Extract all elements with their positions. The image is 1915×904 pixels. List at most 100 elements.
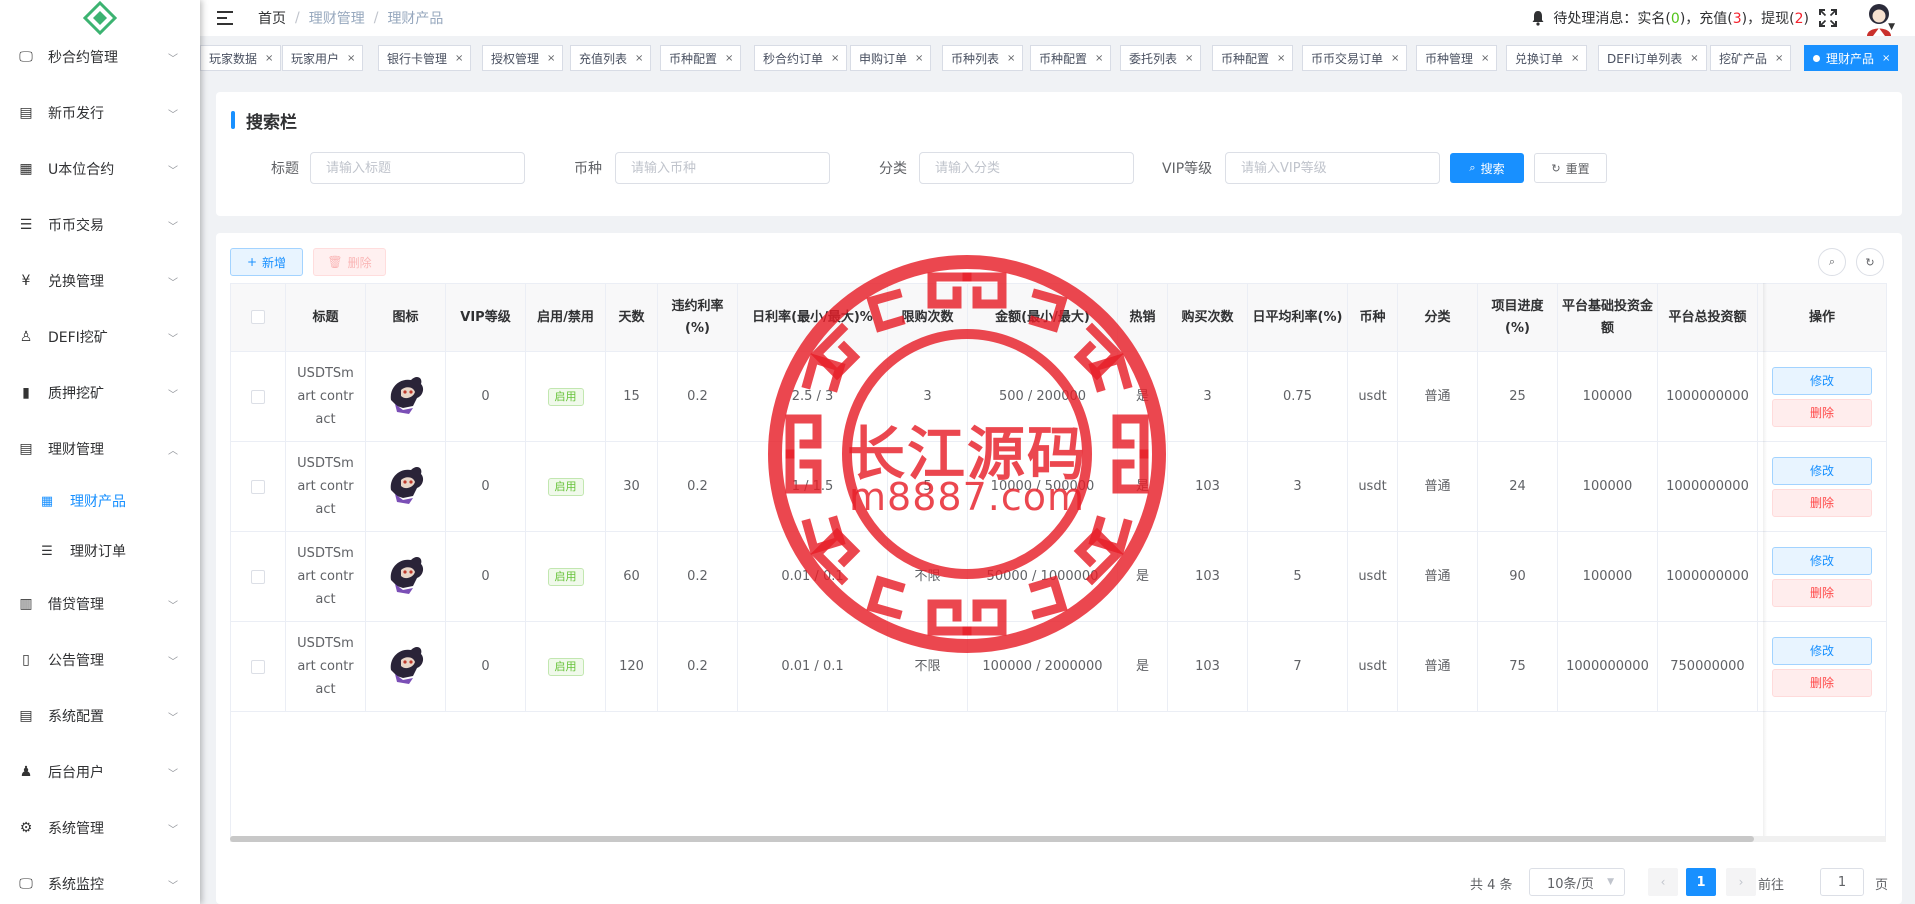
tab-12[interactable]: 币币交易订单 × [1302, 45, 1408, 71]
close-icon[interactable]: × [1690, 53, 1698, 64]
sidebar-item-5[interactable]: ♙ DEFI挖矿 ﹀ [0, 309, 200, 365]
close-icon[interactable]: × [547, 53, 555, 64]
close-icon[interactable]: × [635, 53, 643, 64]
close-icon[interactable]: × [831, 53, 839, 64]
close-icon[interactable]: × [1481, 53, 1489, 64]
caret-down-icon[interactable]: ▼ [1888, 22, 1895, 32]
status-badge[interactable]: 启用 [547, 658, 584, 676]
close-icon[interactable]: × [1277, 53, 1285, 64]
pending-notice[interactable]: 待处理消息：实名(0)，充值(3)，提现(2) [1553, 8, 1809, 28]
tab-17[interactable]: 理财产品 × [1804, 45, 1899, 71]
sidebar-item-8[interactable]: ▥ 借贷管理 ﹀ [0, 576, 200, 632]
tab-9[interactable]: 币种配置 × [1030, 45, 1112, 71]
tab-1[interactable]: 玩家用户 × [282, 45, 364, 71]
hamburger-icon[interactable] [217, 11, 233, 25]
sidebar-item-3[interactable]: ☰ 币币交易 ﹀ [0, 197, 200, 253]
sidebar-item-12[interactable]: ⚙ 系统管理 ﹀ [0, 800, 200, 856]
tab-2[interactable]: 银行卡管理 × [378, 45, 472, 71]
col-header: 金额(最小/最大) [967, 283, 1118, 352]
row-checkbox[interactable] [251, 479, 265, 494]
close-icon[interactable]: × [1571, 53, 1579, 64]
goto-page-input[interactable] [1820, 868, 1864, 896]
title-input[interactable] [310, 152, 525, 184]
tab-4[interactable]: 充值列表 × [570, 45, 652, 71]
status-badge[interactable]: 启用 [547, 478, 584, 496]
cell-total-invest: 1000000000 [1657, 441, 1758, 532]
toggle-search-button[interactable]: ⌕ [1818, 248, 1846, 276]
bulk-delete-button[interactable]: 🗑 删除 [313, 248, 386, 276]
prev-page-button[interactable]: ‹ [1648, 868, 1678, 896]
users-icon: ♟ [19, 764, 33, 780]
search-button[interactable]: ⌕ 搜索 [1450, 153, 1524, 183]
edit-button[interactable]: 修改 [1772, 366, 1872, 395]
category-input[interactable] [919, 152, 1134, 184]
close-icon[interactable]: × [1185, 53, 1193, 64]
vip-input[interactable] [1225, 152, 1440, 184]
delete-button[interactable]: 删除 [1772, 488, 1872, 517]
delete-button[interactable]: 删除 [1772, 668, 1872, 697]
fullscreen-icon[interactable] [1819, 9, 1837, 27]
sidebar-item-6[interactable]: ▮ 质押挖矿 ﹀ [0, 365, 200, 421]
close-icon[interactable]: × [915, 53, 923, 64]
sidebar-item-7[interactable]: ▤ 理财管理 ︿ [0, 421, 200, 477]
status-badge[interactable]: 启用 [547, 568, 584, 586]
breadcrumb-home[interactable]: 首页 [258, 8, 286, 28]
row-checkbox[interactable] [251, 569, 265, 584]
sidebar-subitem-0[interactable]: ▦ 理财产品 [0, 476, 200, 526]
tab-6[interactable]: 秒合约订单 × [754, 45, 848, 71]
page-size-select[interactable]: 10条/页 ▼ [1529, 868, 1625, 896]
tab-7[interactable]: 申购订单 × [850, 45, 932, 71]
tab-16[interactable]: 挖矿产品 × [1710, 45, 1792, 71]
sidebar-item-0[interactable]: 🖵 秒合约管理 ﹀ [0, 29, 200, 85]
close-icon[interactable]: × [1882, 53, 1890, 64]
sidebar-subitem-1[interactable]: ☰ 理财订单 [0, 526, 200, 576]
edit-button[interactable]: 修改 [1772, 546, 1872, 575]
sidebar-item-10[interactable]: ▤ 系统配置 ﹀ [0, 688, 200, 744]
close-icon[interactable]: × [1095, 53, 1103, 64]
col-header: 标题 [285, 283, 366, 352]
product-image-icon [390, 646, 423, 684]
reset-button[interactable]: ↻ 重置 [1534, 153, 1607, 183]
page-number-1[interactable]: 1 [1686, 868, 1716, 896]
sidebar-item-4[interactable]: ¥ 兑换管理 ﹀ [0, 253, 200, 309]
close-icon[interactable]: × [1391, 53, 1399, 64]
tab-8[interactable]: 币种列表 × [942, 45, 1024, 71]
sidebar-item-11[interactable]: ♟ 后台用户 ﹀ [0, 744, 200, 800]
bell-icon[interactable] [1531, 10, 1545, 26]
tab-5[interactable]: 币种配置 × [660, 45, 742, 71]
select-all-checkbox[interactable] [251, 310, 265, 324]
sidebar-item-label: U本位合约 [48, 162, 115, 178]
close-icon[interactable]: × [725, 53, 733, 64]
tab-15[interactable]: DEFI订单列表 × [1598, 45, 1707, 71]
tab-13[interactable]: 币种管理 × [1416, 45, 1498, 71]
edit-button[interactable]: 修改 [1772, 636, 1872, 665]
close-icon[interactable]: × [1007, 53, 1015, 64]
row-checkbox[interactable] [251, 389, 265, 404]
vip-label: VIP等级 [1162, 161, 1213, 177]
horizontal-scrollbar[interactable] [230, 836, 1886, 842]
tab-11[interactable]: 币种配置 × [1212, 45, 1294, 71]
tab-10[interactable]: 委托列表 × [1120, 45, 1202, 71]
coin-input[interactable] [615, 152, 830, 184]
sidebar-item-9[interactable]: ▯ 公告管理 ﹀ [0, 632, 200, 688]
close-icon[interactable]: × [265, 53, 273, 64]
avatar[interactable]: ▼ [1861, 0, 1901, 36]
next-page-button[interactable]: › [1726, 868, 1756, 896]
add-button[interactable]: + 新增 [230, 248, 303, 276]
delete-button[interactable]: 删除 [1772, 578, 1872, 607]
refresh-button[interactable]: ↻ [1856, 248, 1884, 276]
scrollbar-thumb[interactable] [230, 836, 1754, 842]
row-checkbox[interactable] [251, 659, 265, 674]
status-badge[interactable]: 启用 [547, 388, 584, 406]
sidebar-item-1[interactable]: ▤ 新币发行 ﹀ [0, 85, 200, 141]
sidebar-item-2[interactable]: ▦ U本位合约 ﹀ [0, 141, 200, 197]
close-icon[interactable]: × [455, 53, 463, 64]
edit-button[interactable]: 修改 [1772, 456, 1872, 485]
tab-3[interactable]: 授权管理 × [482, 45, 564, 71]
delete-button[interactable]: 删除 [1772, 398, 1872, 427]
tab-0[interactable]: 玩家数据 × [200, 45, 282, 71]
sidebar-item-13[interactable]: 🖵 系统监控 ﹀ [0, 856, 200, 904]
close-icon[interactable]: × [347, 53, 355, 64]
close-icon[interactable]: × [1775, 53, 1783, 64]
tab-14[interactable]: 兑换订单 × [1506, 45, 1588, 71]
